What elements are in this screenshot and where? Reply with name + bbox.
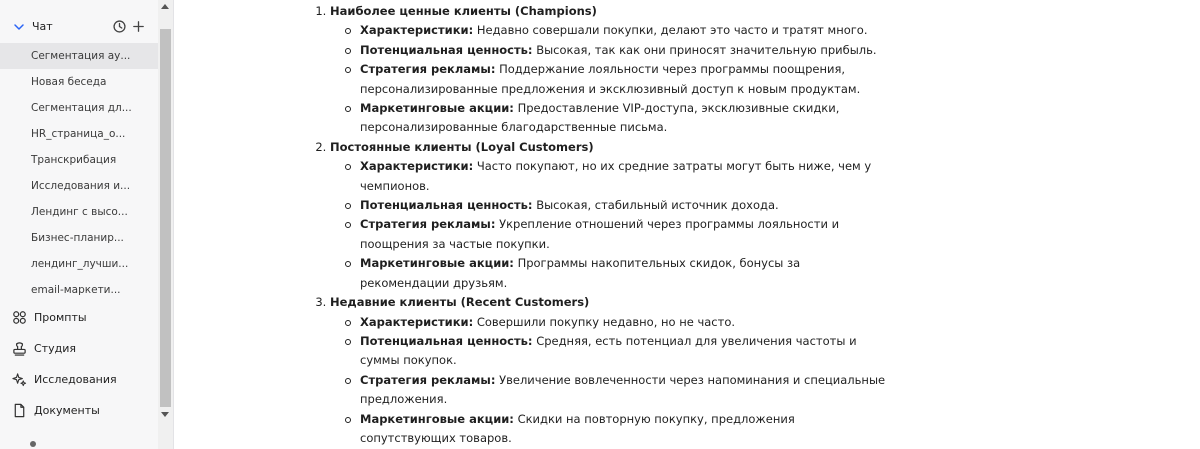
sidebar-nav-item[interactable]: Студия	[0, 333, 158, 364]
chat-history-item[interactable]: Сегментация ау...	[0, 43, 158, 69]
sidebar-nav-item[interactable]: Исследования	[0, 364, 158, 395]
point-text: Совершили покупку недавно, но не часто.	[476, 314, 736, 329]
scrollbar-thumb[interactable]	[160, 29, 171, 407]
point-text: Недавно совершали покупки, делают это ча…	[476, 23, 868, 38]
point-label: Маркетинговые акции:	[360, 101, 514, 116]
point-label: Стратегия рекламы:	[360, 217, 496, 232]
point-label: Потенциальная ценность:	[360, 333, 533, 348]
document-icon	[14, 403, 25, 418]
segment-item: Недавние клиенты (Recent Customers) Харак…	[330, 293, 890, 448]
segment-point: Маркетинговые акции: Предоставление VIP-…	[345, 99, 890, 138]
segment-list: Наиболее ценные клиенты (Champions) Харак…	[310, 2, 890, 448]
segment-points: Характеристики: Совершили покупку недавн…	[330, 313, 890, 449]
scroll-up-arrow-icon[interactable]	[161, 4, 169, 9]
sidebar-nav-item[interactable]: Документы	[0, 395, 158, 426]
segment-title: Наиболее ценные клиенты (Champions)	[330, 4, 597, 18]
segment-point: Характеристики: Недавно совершали покупк…	[345, 21, 890, 40]
segment-point: Стратегия рекламы: Поддержание лояльност…	[345, 60, 890, 99]
new-chat-plus-icon[interactable]	[131, 19, 146, 34]
point-label: Потенциальная ценность:	[360, 42, 533, 57]
point-label: Характеристики:	[360, 159, 474, 174]
segment-title: Недавние клиенты (Recent Customers)	[330, 295, 590, 310]
segment-point: Характеристики: Совершили покупку недавн…	[345, 313, 890, 332]
segment-item: Постоянные клиенты (Loyal Customers) Хара…	[330, 138, 890, 293]
chat-section-label: Чат	[32, 20, 53, 33]
chat-history-item[interactable]: Лендинг с высо...	[0, 199, 158, 225]
segment-point: Маркетинговые акции: Программы накопител…	[345, 254, 890, 293]
chat-history-item[interactable]: HR_страница_о...	[0, 121, 158, 147]
point-text: Высокая, так как они приносят значительн…	[536, 42, 877, 57]
chat-section-header[interactable]: Чат	[0, 14, 158, 40]
chat-history-item[interactable]: email-маркети...	[0, 277, 158, 303]
segment-point: Маркетинговые акции: Скидки на повторную…	[345, 410, 890, 449]
stamp-icon	[13, 342, 26, 356]
sidebar-nav-item[interactable]: Промпты	[0, 302, 158, 333]
point-label: Потенциальная ценность:	[360, 198, 533, 213]
segment-title: Постоянные клиенты (Loyal Customers)	[330, 139, 594, 154]
segment-item: Наиболее ценные клиенты (Champions) Харак…	[330, 2, 890, 138]
sidebar-scrollbar[interactable]	[158, 0, 173, 449]
chat-history-item[interactable]: Исследования и...	[0, 173, 158, 199]
point-label: Характеристики:	[360, 314, 474, 329]
segment-point: Стратегия рекламы: Укрепление отношений …	[345, 215, 890, 254]
sidebar-nav-label: Промпты	[34, 311, 87, 324]
segment-point: Характеристики: Часто покупают, но их ср…	[345, 157, 890, 196]
chat-history-list: Сегментация ау... Новая беседа Сегментация…	[0, 43, 158, 303]
chat-history-item[interactable]: Бизнес-планир...	[0, 225, 158, 251]
segment-point: Потенциальная ценность: Высокая, так как…	[345, 41, 890, 60]
chat-history-item[interactable]: Транскрибация	[0, 147, 158, 173]
segment-points: Характеристики: Недавно совершали покупк…	[330, 21, 890, 137]
grid-icon	[13, 311, 26, 324]
chevron-down-icon[interactable]	[12, 20, 26, 34]
segment-point: Стратегия рекламы: Увеличение вовлеченно…	[345, 371, 890, 410]
chat-message-area: Наиболее ценные клиенты (Champions) Харак…	[174, 0, 1200, 449]
more-item-icon	[30, 441, 36, 447]
point-text: Высокая, стабильный источник дохода.	[536, 198, 779, 213]
point-label: Стратегия рекламы:	[360, 62, 496, 77]
scroll-down-arrow-icon[interactable]	[161, 412, 169, 417]
history-icon[interactable]	[112, 19, 127, 34]
point-label: Маркетинговые акции:	[360, 411, 514, 426]
sparkles-icon	[12, 373, 27, 387]
segment-point: Потенциальная ценность: Высокая, стабиль…	[345, 196, 890, 215]
point-label: Стратегия рекламы:	[360, 372, 496, 387]
sidebar-nav-label: Студия	[34, 342, 76, 355]
chat-history-item[interactable]: Новая беседа	[0, 69, 158, 95]
point-label: Характеристики:	[360, 23, 474, 38]
sidebar-nav: Промпты Студия Исследования Документы	[0, 302, 158, 426]
sidebar-nav-label: Исследования	[34, 373, 117, 386]
segment-point: Потенциальная ценность: Средняя, есть по…	[345, 332, 890, 371]
chat-history-item[interactable]: лендинг_лучши...	[0, 251, 158, 277]
point-label: Маркетинговые акции:	[360, 256, 514, 271]
sidebar-nav-label: Документы	[34, 404, 100, 417]
segment-points: Характеристики: Часто покупают, но их ср…	[330, 157, 890, 293]
sidebar-content: Чат Сегментация ау... Новая беседа Сегмент…	[0, 0, 158, 449]
sidebar: Чат Сегментация ау... Новая беседа Сегмент…	[0, 0, 174, 449]
chat-history-item[interactable]: Сегментация дл...	[0, 95, 158, 121]
